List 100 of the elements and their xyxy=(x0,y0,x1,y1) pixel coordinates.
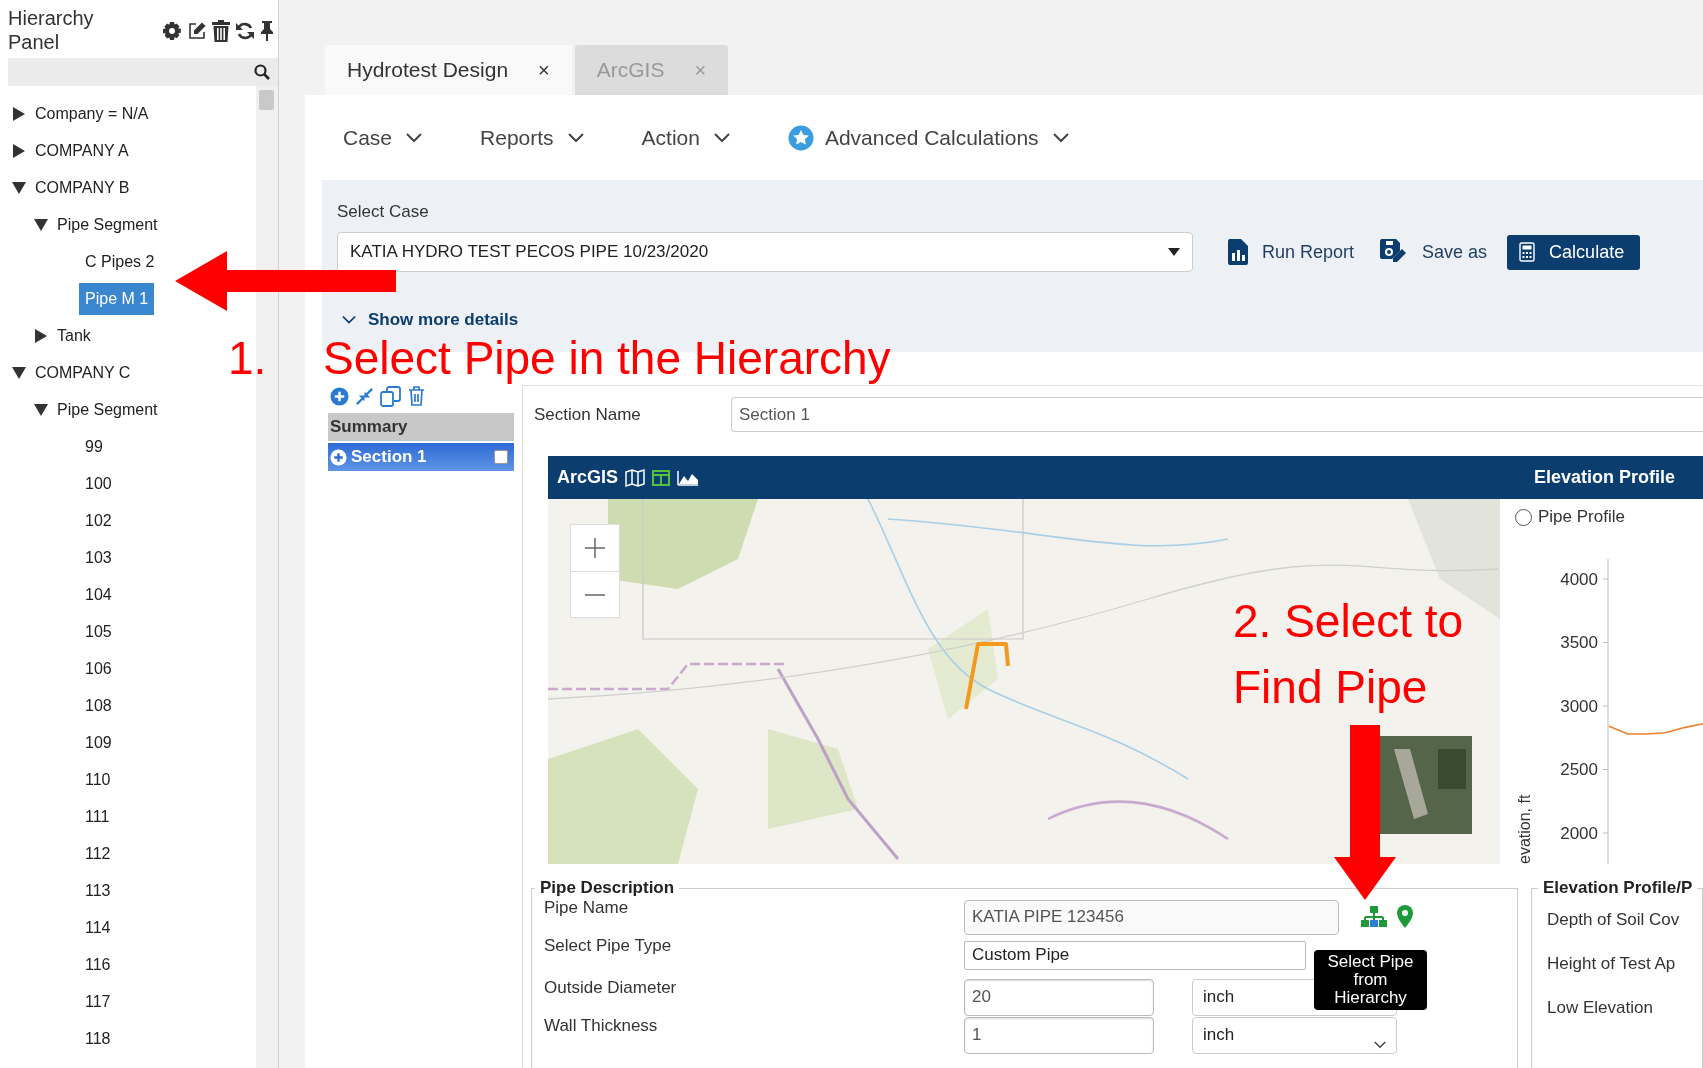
field-label: Select Pipe Type xyxy=(544,936,673,956)
axis-tick-label: 2000 xyxy=(1560,823,1598,843)
axis-tick-label: 4000 xyxy=(1560,569,1598,589)
menu-item[interactable]: Advanced Calculations xyxy=(787,124,1069,151)
chart-icon[interactable] xyxy=(677,469,700,486)
save-as-button[interactable]: Save as xyxy=(1380,239,1488,265)
tree-item[interactable]: 104 xyxy=(79,578,118,611)
tree-item[interactable]: 103 xyxy=(79,541,118,574)
refresh-icon[interactable] xyxy=(235,21,255,41)
menu-item[interactable]: Action xyxy=(641,125,730,150)
field-label: Height of Test Ap xyxy=(1547,954,1677,974)
tree-item[interactable]: C Pipes 2 xyxy=(79,245,161,278)
settings-icon[interactable] xyxy=(162,21,182,41)
caret-icon[interactable] xyxy=(34,403,48,416)
tree-item[interactable]: 113 xyxy=(79,874,117,907)
tree-item[interactable]: 117 xyxy=(79,985,117,1018)
axis-tick-label: 3000 xyxy=(1560,696,1598,716)
panel-title: Elevation Profile xyxy=(1533,467,1675,488)
chevron-down-icon xyxy=(1374,1040,1386,1050)
show-more-link[interactable]: Show more details xyxy=(342,310,519,330)
dropdown-arrow-icon xyxy=(1168,248,1180,256)
dropdown[interactable]: Custom Pipe xyxy=(964,940,1306,970)
menu-item[interactable]: Reports xyxy=(480,125,584,150)
panel-title: Hierarchy Panel xyxy=(8,6,95,54)
text-field[interactable]: KATIA PIPE 123456 xyxy=(964,899,1339,935)
tab[interactable]: Hydrotest Design × xyxy=(325,45,572,95)
summary-header: Summary xyxy=(328,413,514,441)
tree-item[interactable]: 99 xyxy=(79,430,109,463)
tree-item[interactable]: Tank xyxy=(57,319,97,352)
unit-dropdown[interactable]: inch xyxy=(1192,1016,1397,1054)
caret-icon[interactable] xyxy=(12,106,26,121)
tree-item[interactable]: 105 xyxy=(79,615,118,648)
input-field[interactable]: 1 xyxy=(964,1016,1154,1054)
collapse-icon[interactable] xyxy=(355,386,374,406)
checkbox[interactable] xyxy=(494,450,508,464)
field-label: Select Case xyxy=(337,201,429,222)
calculate-button[interactable]: Calculate xyxy=(1507,234,1641,270)
hierarchy-icon[interactable] xyxy=(1361,905,1387,928)
caret-icon[interactable] xyxy=(34,218,48,231)
save-edit-icon xyxy=(1380,239,1409,265)
caret-icon[interactable] xyxy=(34,328,48,343)
close-tab-button[interactable]: × xyxy=(538,58,550,82)
tree-item[interactable]: Pipe Segment xyxy=(57,393,164,426)
menu-item[interactable]: Case xyxy=(343,125,423,150)
add-icon[interactable] xyxy=(330,448,347,466)
map-pin-icon[interactable] xyxy=(1397,905,1413,928)
tree-item[interactable]: COMPANY A xyxy=(35,134,135,167)
radio-option[interactable]: Pipe Profile xyxy=(1515,507,1625,527)
field-label: Depth of Soil Cov xyxy=(1547,910,1681,930)
tooltip: Select Pipe from Hierarchy xyxy=(1314,950,1427,1010)
section-title: Pipe Description xyxy=(539,878,676,898)
case-dropdown[interactable]: KATIA HYDRO TEST PECOS PIPE 10/23/2020 xyxy=(337,232,1193,272)
tree-item[interactable]: 116 xyxy=(79,948,117,981)
run-report-button[interactable]: Run Report xyxy=(1228,239,1355,265)
caret-icon[interactable] xyxy=(12,143,26,158)
plus-icon xyxy=(585,538,605,558)
panel-title: ArcGIS xyxy=(557,467,619,488)
map-icon[interactable] xyxy=(625,468,646,487)
tree-item[interactable]: 112 xyxy=(79,837,117,870)
tree-item[interactable]: 100 xyxy=(79,467,118,500)
pin-icon[interactable] xyxy=(260,21,274,41)
tree-item[interactable]: COMPANY B xyxy=(35,171,136,204)
step-number: 1. xyxy=(228,334,267,382)
table-icon[interactable] xyxy=(652,469,671,486)
tree-item[interactable]: 111 xyxy=(79,800,116,833)
field-label: Low Elevation xyxy=(1547,998,1654,1018)
tree-item[interactable]: COMPANY C xyxy=(35,356,137,389)
chevron-down-icon xyxy=(342,315,356,325)
copy-icon[interactable] xyxy=(380,385,402,407)
section-title: Elevation Profile/P xyxy=(1542,878,1694,898)
section-item[interactable]: Section 1 xyxy=(328,443,514,471)
section-label: Section 1 xyxy=(351,447,427,467)
caret-icon[interactable] xyxy=(12,181,26,194)
tree-item[interactable]: 102 xyxy=(79,504,118,537)
edit-icon[interactable] xyxy=(187,21,207,41)
tree-item[interactable]: 114 xyxy=(79,911,117,944)
axis-tick-label: 3500 xyxy=(1560,633,1598,652)
trash-icon[interactable] xyxy=(212,20,230,42)
add-icon[interactable] xyxy=(330,386,349,406)
caret-icon[interactable] xyxy=(12,366,26,379)
chevron-down-icon xyxy=(713,132,730,143)
field-label: Outside Diameter xyxy=(544,978,678,998)
tree-item[interactable]: 118 xyxy=(79,1022,117,1055)
field-label: Wall Thickness xyxy=(544,1016,659,1036)
tree-item[interactable]: Company = N/A xyxy=(35,97,155,130)
tree-item[interactable]: Pipe M 1 xyxy=(79,282,155,315)
tree-item[interactable]: 110 xyxy=(79,763,117,796)
tree-item[interactable]: 106 xyxy=(79,652,118,685)
minus-icon xyxy=(585,593,605,596)
tree-item[interactable]: 109 xyxy=(79,726,118,759)
search-icon[interactable] xyxy=(254,64,270,80)
section-name-field[interactable]: Section 1 xyxy=(731,397,1703,432)
input-field[interactable]: 20 xyxy=(964,978,1154,1016)
field-label: Section Name xyxy=(534,404,642,425)
annotation-text: Select Pipe in the Hierarchy xyxy=(323,334,891,382)
annotation-text: 2. Select to Find Pipe xyxy=(1233,594,1465,715)
chevron-down-icon xyxy=(406,132,423,143)
tree-item[interactable]: Pipe Segment xyxy=(57,208,164,241)
tree-item[interactable]: 108 xyxy=(79,689,118,722)
search-field[interactable] xyxy=(8,58,278,86)
